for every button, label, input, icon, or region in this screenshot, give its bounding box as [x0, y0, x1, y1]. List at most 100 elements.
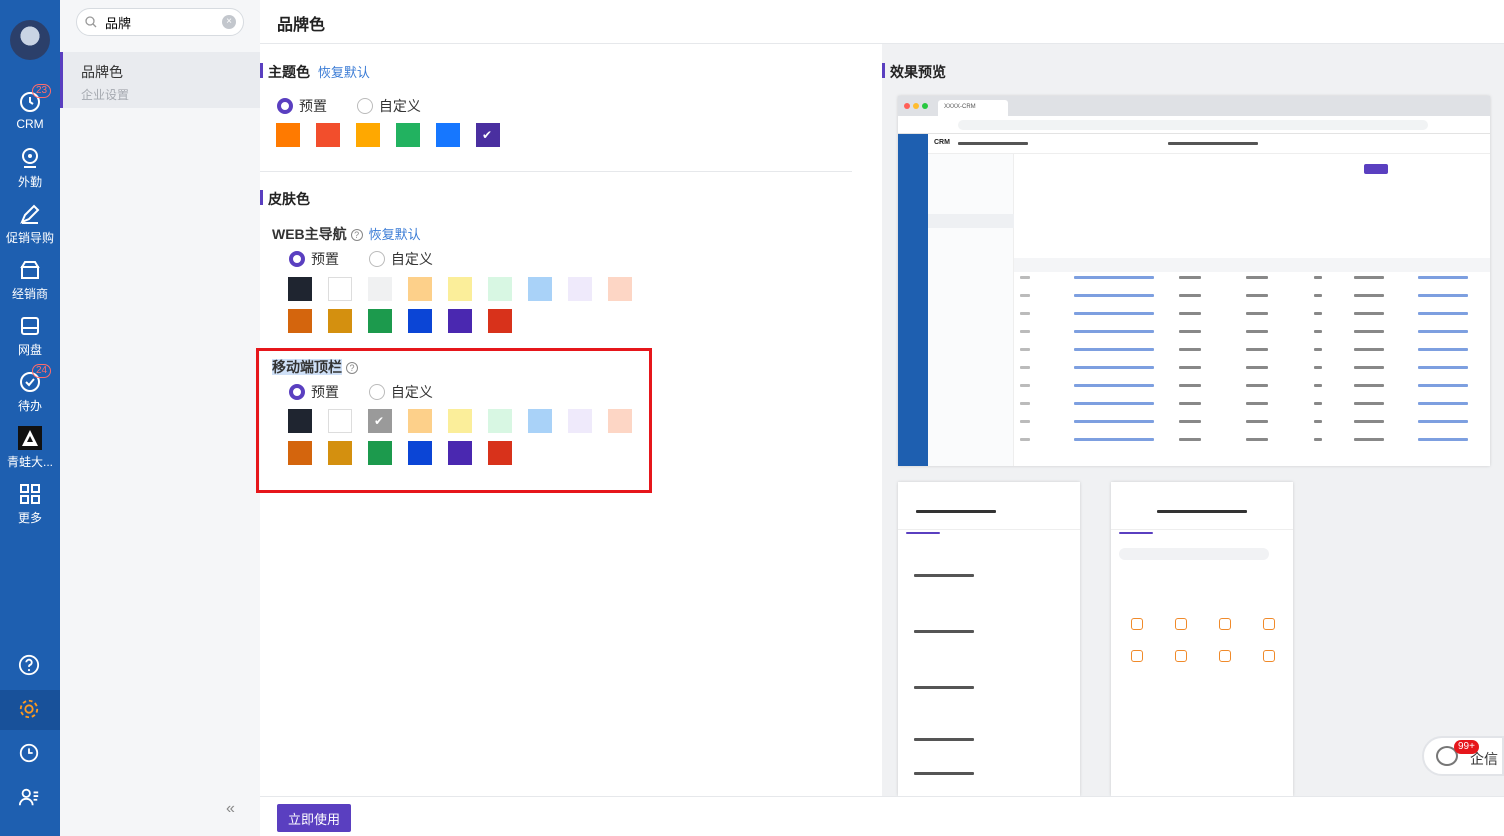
preview-cell-line	[1418, 438, 1468, 441]
settings-sidebar: × 品牌色 企业设置 «	[60, 0, 260, 836]
web-nav-custom-label: 自定义	[390, 251, 433, 267]
preview-cell-line	[1418, 402, 1468, 405]
theme-color-swatch[interactable]	[436, 123, 460, 147]
mobile-app-icon	[1175, 618, 1187, 630]
nav-label: 经销商	[11, 287, 48, 301]
preview-cell-line	[1246, 438, 1268, 441]
preview-cell-line	[1354, 420, 1384, 423]
theme-color-swatch[interactable]: ✔	[476, 123, 500, 147]
nav-item-more[interactable]: 更多	[0, 482, 60, 534]
nav-item-dealer[interactable]: 经销商	[0, 258, 60, 310]
nav-label: CRM	[16, 117, 44, 131]
nav-item-field[interactable]: 外勤	[0, 146, 60, 198]
web-nav-color-swatch[interactable]	[448, 277, 472, 301]
clear-search-icon[interactable]: ×	[222, 15, 236, 29]
sidebar-item-subtitle: 企业设置	[81, 88, 130, 102]
web-nav-color-swatch[interactable]	[288, 277, 312, 301]
mobile-app-icon	[1131, 618, 1143, 630]
preview-cell-line	[1020, 348, 1030, 351]
browser-address-bar	[898, 116, 1490, 134]
web-nav-reset-link[interactable]: 恢复默认	[369, 227, 421, 242]
preview-company-text	[1168, 142, 1258, 145]
theme-preset-radio[interactable]	[277, 98, 293, 114]
mobile-preview-search	[1119, 548, 1269, 560]
web-nav-custom-radio[interactable]	[368, 251, 385, 267]
web-nav-color-swatch[interactable]	[328, 309, 352, 333]
web-nav-color-swatch[interactable]	[528, 277, 552, 301]
nav-item-crm[interactable]: 23 CRM	[0, 84, 60, 142]
web-nav-radio-group: 预置 自定义	[289, 249, 459, 269]
crm-badge: 23	[32, 84, 52, 98]
web-preview-mockup: XXXX-CRM CRM	[898, 96, 1490, 466]
preview-cell-line	[1314, 330, 1322, 333]
preview-subnav	[928, 154, 1014, 466]
preview-cell-line	[1179, 294, 1201, 297]
web-nav-color-swatch[interactable]	[448, 309, 472, 333]
nav-item-promotion[interactable]: 促销导购	[0, 202, 60, 254]
web-nav-help-icon[interactable]: ?	[350, 229, 363, 241]
mobile-preview-detail	[898, 482, 1080, 796]
web-nav-color-swatch[interactable]	[408, 309, 432, 333]
collapse-sidebar-icon[interactable]: «	[226, 800, 235, 818]
web-nav-preset-radio[interactable]	[289, 251, 305, 267]
browser-chrome: XXXX-CRM	[898, 96, 1490, 116]
preview-cell-line	[1074, 330, 1154, 333]
mobile-preview-header	[1111, 482, 1293, 534]
address-field	[958, 120, 1428, 130]
preview-cell-line	[1314, 294, 1322, 297]
settings-button[interactable]	[0, 690, 60, 730]
preview-cell-line	[1314, 384, 1322, 387]
mobile-app-icon	[1219, 618, 1231, 630]
theme-reset-link[interactable]: 恢复默认	[318, 65, 370, 80]
preview-cell-line	[1354, 402, 1384, 405]
theme-radio-group: 预置 自定义	[277, 96, 447, 116]
web-nav-color-swatch[interactable]	[368, 309, 392, 333]
nav-item-todo[interactable]: 24 待办	[0, 364, 60, 422]
nav-label: 青蛙大...	[6, 455, 53, 469]
user-avatar[interactable]	[10, 20, 50, 60]
preview-cell-line	[1418, 366, 1468, 369]
mobile-preview-title	[1157, 510, 1247, 513]
web-nav-color-swatch[interactable]	[488, 309, 512, 333]
mobile-row-line	[914, 772, 974, 775]
preview-cell-line	[1314, 402, 1322, 405]
window-min-dot	[913, 103, 919, 109]
web-nav-color-swatch[interactable]	[368, 277, 392, 301]
theme-preset-label: 预置	[299, 98, 327, 114]
web-nav-color-swatch[interactable]	[288, 309, 312, 333]
preview-cell-line	[1074, 276, 1154, 279]
location-pin-icon	[22, 148, 38, 168]
web-nav-color-swatch[interactable]	[408, 277, 432, 301]
theme-color-swatch[interactable]	[396, 123, 420, 147]
web-nav-color-swatch[interactable]	[328, 277, 352, 301]
sidebar-item-brand-color[interactable]: 品牌色 企业设置	[60, 52, 260, 108]
preview-cell-line	[1418, 420, 1468, 423]
theme-color-swatch[interactable]	[316, 123, 340, 147]
qixin-label: 企信	[1470, 751, 1498, 767]
web-nav-color-swatch[interactable]	[608, 277, 632, 301]
web-nav-title: WEB主导航? 恢复默认	[272, 224, 421, 244]
highlight-annotation-box	[256, 348, 652, 493]
qixin-chat-button[interactable]: 99+ 企信	[1422, 736, 1504, 776]
web-nav-color-swatch[interactable]	[488, 277, 512, 301]
apply-now-button[interactable]: 立即使用	[277, 804, 351, 832]
contacts-button[interactable]	[0, 778, 60, 818]
preview-cell-line	[1246, 402, 1268, 405]
history-button[interactable]	[0, 734, 60, 774]
bottom-action-bar: 立即使用	[260, 796, 1504, 836]
mobile-app-icon	[1219, 650, 1231, 662]
web-nav-color-swatch[interactable]	[568, 277, 592, 301]
nav-item-frog[interactable]: 青蛙大...	[0, 426, 60, 478]
theme-custom-radio[interactable]	[356, 98, 373, 114]
theme-color-swatch[interactable]	[276, 123, 300, 147]
tag-icon	[20, 204, 40, 224]
nav-label: 更多	[17, 511, 42, 525]
preview-cell-line	[1246, 420, 1268, 423]
search-input[interactable]	[105, 13, 215, 31]
theme-color-swatch[interactable]	[356, 123, 380, 147]
nav-item-disk[interactable]: 网盘	[0, 314, 60, 366]
help-button[interactable]	[0, 646, 60, 686]
disk-icon	[21, 317, 39, 335]
section-divider	[260, 171, 852, 172]
search-box[interactable]: ×	[76, 8, 244, 36]
